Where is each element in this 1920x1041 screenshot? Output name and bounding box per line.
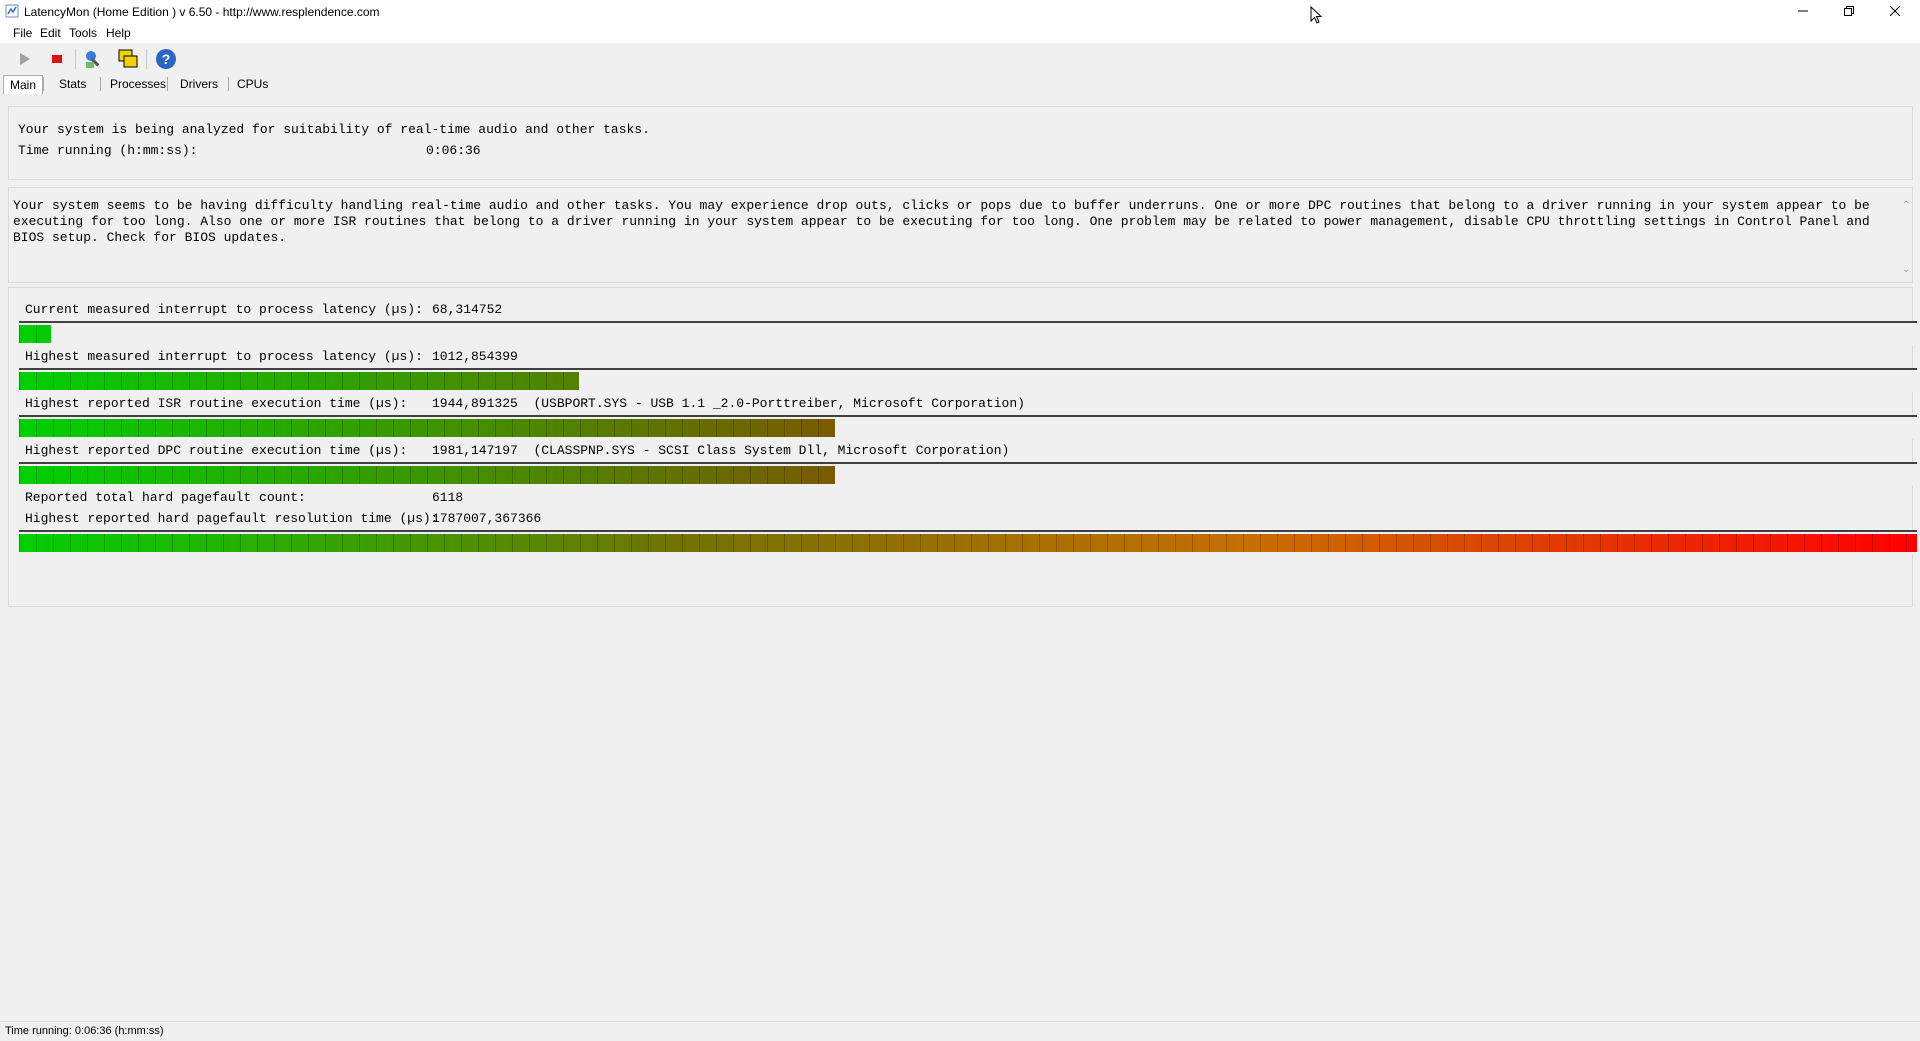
toolbar-separator [75,49,76,69]
status-bar: Time running: 0:06:36 (h:mm:ss) [0,1021,1920,1041]
status-panel: Your system is being analyzed for suitab… [8,106,1913,180]
dpc-time-bar [19,466,835,484]
tab-strip: Main Stats Processes Drivers CPUs [0,73,1920,95]
tab-main[interactable]: Main [3,75,44,94]
title-bar: LatencyMon (Home Edition ) v 6.50 - http… [0,0,1920,24]
menu-tools[interactable]: Tools [69,26,97,40]
tab-processes[interactable]: Processes [104,75,172,93]
isr-time-label: Highest reported ISR routine execution t… [25,396,408,411]
analysis-panel: Your system seems to be having difficult… [8,187,1913,283]
scroll-down-icon[interactable]: ⌄ [1902,264,1910,275]
minimize-button[interactable] [1780,0,1826,24]
isr-driver-detail: (USBPORT.SYS - USB 1.1 _2.0-Porttreiber,… [533,396,1025,411]
highest-latency-label: Highest measured interrupt to process la… [25,349,423,364]
tools-button[interactable] [82,47,106,71]
windows-button[interactable] [116,47,140,71]
highest-latency-bar [19,372,579,390]
pagefault-time-value: 1787007,367366 [432,511,542,526]
tools-icon [86,51,100,68]
current-latency-bar [19,325,51,343]
dpc-driver-detail: (CLASSPNP.SYS - SCSI Class System Dll, M… [533,443,1010,458]
menu-file[interactable]: File [13,26,32,40]
minimize-icon [1798,10,1808,12]
tab-divider [43,77,44,91]
dpc-time-label: Highest reported DPC routine execution t… [25,443,408,458]
tab-divider [167,77,168,91]
help-button[interactable]: ? [154,47,178,71]
tab-stats[interactable]: Stats [53,75,92,93]
pagefault-time-bar-track [19,530,1917,554]
window-title: LatencyMon (Home Edition ) v 6.50 - http… [24,5,380,19]
toolbar: ? [0,43,1920,73]
status-message: Your system is being analyzed for suitab… [18,122,650,137]
restore-button[interactable] [1826,0,1872,24]
current-latency-label: Current measured interrupt to process la… [25,302,423,317]
restore-icon [1844,6,1854,16]
highest-latency-value: 1012,854399 [432,349,518,364]
current-latency-bar-track [19,321,1917,345]
tab-drivers[interactable]: Drivers [174,75,224,93]
menu-edit[interactable]: Edit [40,26,61,40]
close-button[interactable] [1872,0,1918,24]
pagefault-count-label: Reported total hard pagefault count: [25,490,306,505]
stop-icon [52,55,62,63]
close-icon [1889,5,1901,17]
pagefault-time-label: Highest reported hard pagefault resoluti… [25,511,439,526]
app-icon [5,4,19,18]
pagefault-time-bar [19,534,1917,552]
dpc-time-bar-track [19,462,1917,486]
isr-time-bar-track [19,415,1917,439]
play-icon [20,53,30,65]
metrics-panel: Current measured interrupt to process la… [8,287,1917,607]
menu-help[interactable]: Help [106,26,131,40]
isr-time-bar [19,419,835,437]
dpc-time-number: 1981,147197 [432,443,518,458]
tab-divider [228,77,229,91]
start-button[interactable] [13,47,37,71]
pagefault-count-value: 6118 [432,490,464,505]
isr-time-number: 1944,891325 [432,396,518,411]
highest-latency-bar-track [19,368,1917,392]
current-latency-value: 68,314752 [432,302,503,317]
mouse-cursor-icon [1310,6,1322,24]
analysis-text: Your system seems to be having difficult… [13,198,1870,245]
status-bar-text: Time running: 0:06:36 (h:mm:ss) [5,1025,164,1037]
scroll-up-icon[interactable]: ⌃ [1902,200,1910,211]
tab-cpus[interactable]: CPUs [231,75,274,93]
time-running-value: 0:06:36 [426,143,481,158]
menu-bar: File Edit Tools Help [0,24,1920,43]
windows-icon [118,49,138,68]
tab-divider [100,77,101,91]
toolbar-separator [146,49,147,69]
time-running-label: Time running (h:mm:ss): [18,143,198,158]
help-icon: ? [156,49,176,69]
svg-text:?: ? [162,51,171,67]
dpc-time-value: 1981,147197 (CLASSPNP.SYS - SCSI Class S… [432,443,1009,458]
isr-time-value: 1944,891325 (USBPORT.SYS - USB 1.1 _2.0-… [432,396,1025,411]
stop-button[interactable] [45,47,69,71]
